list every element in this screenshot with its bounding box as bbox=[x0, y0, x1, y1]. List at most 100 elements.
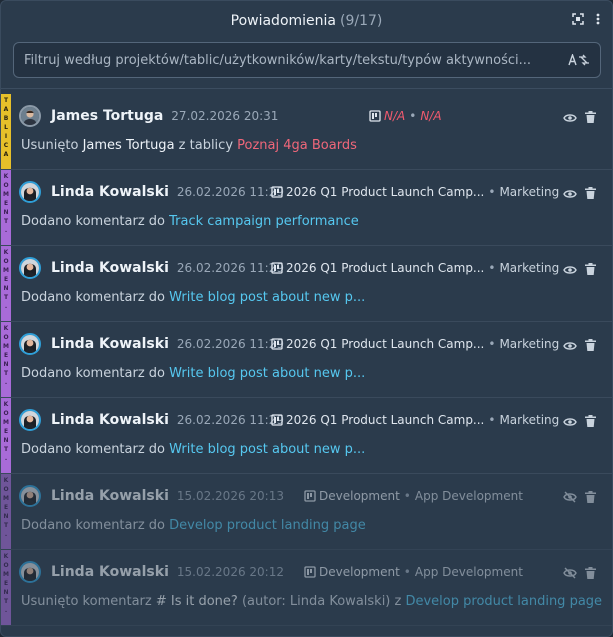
title-label: Powiadomienia bbox=[230, 13, 336, 29]
avatar[interactable] bbox=[19, 333, 41, 355]
trash-icon[interactable] bbox=[585, 108, 596, 127]
notifications-panel: Powiadomienia(9/17) TABLICA bbox=[0, 0, 613, 637]
trash-icon[interactable] bbox=[585, 260, 596, 279]
avatar[interactable] bbox=[19, 409, 41, 431]
type-stripe-comment: KOMENT. bbox=[1, 322, 11, 397]
project-name[interactable]: App Development bbox=[415, 565, 523, 579]
notification-item[interactable]: KOMENT. Linda Kowalski 26.02.2026 11:29 … bbox=[1, 170, 612, 246]
card-link[interactable]: Write blog post about new p... bbox=[169, 366, 365, 381]
card-link[interactable]: Write blog post about new p... bbox=[169, 442, 365, 457]
panel-header: Powiadomienia (9/17) bbox=[1, 1, 612, 41]
eye-off-icon[interactable] bbox=[563, 564, 577, 583]
filter-field[interactable] bbox=[13, 42, 601, 78]
notification-text: Usunięto komentarz # Is it done? (autor:… bbox=[21, 594, 603, 609]
notification-text: Dodano komentarz do Write blog post abou… bbox=[21, 366, 366, 381]
timestamp: 15.02.2026 20:12 bbox=[176, 565, 284, 579]
board-name[interactable]: Development bbox=[319, 565, 400, 579]
eye-off-icon[interactable] bbox=[563, 488, 577, 507]
type-stripe-comment: KOMENT. bbox=[1, 474, 11, 549]
trash-icon[interactable] bbox=[585, 412, 596, 431]
comment-excerpt: # Is it done? bbox=[155, 594, 238, 609]
user-name[interactable]: Linda Kowalski bbox=[51, 412, 169, 428]
trash-icon[interactable] bbox=[585, 336, 596, 355]
user-name[interactable]: Linda Kowalski bbox=[51, 336, 169, 352]
avatar[interactable] bbox=[19, 257, 41, 279]
project-name[interactable]: Marketing bbox=[499, 185, 559, 199]
board-meta: 2026 Q1 Product Launch Camp... • Marketi… bbox=[271, 337, 559, 351]
project-name[interactable]: Marketing bbox=[499, 413, 559, 427]
eye-icon[interactable] bbox=[563, 184, 577, 203]
trash-icon[interactable] bbox=[585, 564, 596, 583]
type-stripe-comment: KOMENT. bbox=[1, 246, 11, 321]
board-meta: 2026 Q1 Product Launch Camp... • Marketi… bbox=[271, 185, 559, 199]
board-meta: Development • App Development bbox=[304, 565, 523, 579]
project-name[interactable]: Marketing bbox=[499, 261, 559, 275]
board-meta: 2026 Q1 Product Launch Camp... • Marketi… bbox=[271, 413, 559, 427]
more-options-icon[interactable] bbox=[596, 13, 600, 25]
notification-item[interactable]: KOMENT. Linda Kowalski 26.02.2026 11:29 … bbox=[1, 246, 612, 322]
card-link[interactable]: Write blog post about new p... bbox=[169, 290, 365, 305]
avatar[interactable] bbox=[19, 485, 41, 507]
notification-item[interactable]: TABLICA James Tortuga 27.02.2026 20:31 N… bbox=[1, 94, 612, 170]
eye-icon[interactable] bbox=[563, 412, 577, 431]
notification-list: TABLICA James Tortuga 27.02.2026 20:31 N… bbox=[1, 94, 612, 636]
timestamp: 26.02.2026 11:29 bbox=[176, 185, 284, 199]
board-name[interactable]: Development bbox=[319, 489, 400, 503]
avatar[interactable] bbox=[19, 181, 41, 203]
board-icon bbox=[271, 338, 283, 350]
eye-icon[interactable] bbox=[563, 260, 577, 279]
target-user: James Tortuga bbox=[82, 138, 175, 153]
board-name[interactable]: 2026 Q1 Product Launch Camp... bbox=[286, 261, 484, 275]
user-name[interactable]: Linda Kowalski bbox=[51, 184, 169, 200]
type-stripe-board: TABLICA bbox=[1, 94, 11, 169]
panel-title: Powiadomienia (9/17) bbox=[231, 13, 383, 29]
user-name[interactable]: Linda Kowalski bbox=[51, 488, 169, 504]
avatar[interactable] bbox=[19, 105, 41, 127]
board-icon bbox=[304, 566, 316, 578]
user-name[interactable]: Linda Kowalski bbox=[51, 260, 169, 276]
notification-item-read[interactable]: KOMENT. Linda Kowalski 15.02.2026 20:13 … bbox=[1, 474, 612, 550]
header-divider bbox=[1, 88, 612, 89]
title-count: (9/17) bbox=[340, 13, 383, 29]
user-name[interactable]: Linda Kowalski bbox=[51, 564, 169, 580]
trash-icon[interactable] bbox=[585, 488, 596, 507]
notification-text: Dodano komentarz do Develop product land… bbox=[21, 518, 366, 533]
board-name[interactable]: 2026 Q1 Product Launch Camp... bbox=[286, 413, 484, 427]
timestamp: 15.02.2026 20:13 bbox=[176, 489, 284, 503]
board-icon bbox=[369, 110, 381, 122]
card-link[interactable]: Develop product landing page bbox=[169, 518, 366, 533]
notification-text: Dodano komentarz do Write blog post abou… bbox=[21, 290, 366, 305]
type-stripe-comment: KOMENT. bbox=[1, 170, 11, 245]
type-stripe-comment: KOMENT. bbox=[1, 550, 11, 625]
project-name[interactable]: N/A bbox=[420, 109, 441, 123]
eye-icon[interactable] bbox=[563, 336, 577, 355]
timestamp: 26.02.2026 11:29 bbox=[176, 337, 284, 351]
avatar[interactable] bbox=[19, 561, 41, 583]
timestamp: 26.02.2026 11:29 bbox=[176, 413, 284, 427]
board-meta: N/A • N/A bbox=[369, 109, 442, 123]
eye-icon[interactable] bbox=[563, 108, 577, 127]
fullscreen-icon[interactable] bbox=[572, 13, 584, 25]
notification-item-read[interactable]: KOMENT. Linda Kowalski 15.02.2026 20:12 … bbox=[1, 550, 612, 626]
notification-item[interactable]: KOMENT. Linda Kowalski 26.02.2026 11:29 … bbox=[1, 322, 612, 398]
timestamp: 26.02.2026 11:29 bbox=[176, 261, 284, 275]
translate-icon[interactable] bbox=[568, 54, 590, 66]
board-name[interactable]: 2026 Q1 Product Launch Camp... bbox=[286, 337, 484, 351]
board-icon bbox=[271, 186, 283, 198]
user-name[interactable]: James Tortuga bbox=[51, 108, 163, 124]
filter-input[interactable] bbox=[24, 52, 560, 68]
project-name[interactable]: App Development bbox=[415, 489, 523, 503]
card-link[interactable]: Develop product landing page bbox=[405, 594, 602, 609]
board-icon bbox=[271, 262, 283, 274]
project-name[interactable]: Marketing bbox=[499, 337, 559, 351]
card-link[interactable]: Track campaign performance bbox=[169, 214, 359, 229]
trash-icon[interactable] bbox=[585, 184, 596, 203]
board-name[interactable]: 2026 Q1 Product Launch Camp... bbox=[286, 185, 484, 199]
notification-item[interactable]: KOMENT. Linda Kowalski 26.02.2026 11:29 … bbox=[1, 398, 612, 474]
notification-text: Dodano komentarz do Track campaign perfo… bbox=[21, 214, 359, 229]
board-meta: Development • App Development bbox=[304, 489, 523, 503]
board-name[interactable]: N/A bbox=[384, 109, 405, 123]
board-meta: 2026 Q1 Product Launch Camp... • Marketi… bbox=[271, 261, 559, 275]
board-icon bbox=[304, 490, 316, 502]
board-link[interactable]: Poznaj 4ga Boards bbox=[237, 138, 357, 153]
